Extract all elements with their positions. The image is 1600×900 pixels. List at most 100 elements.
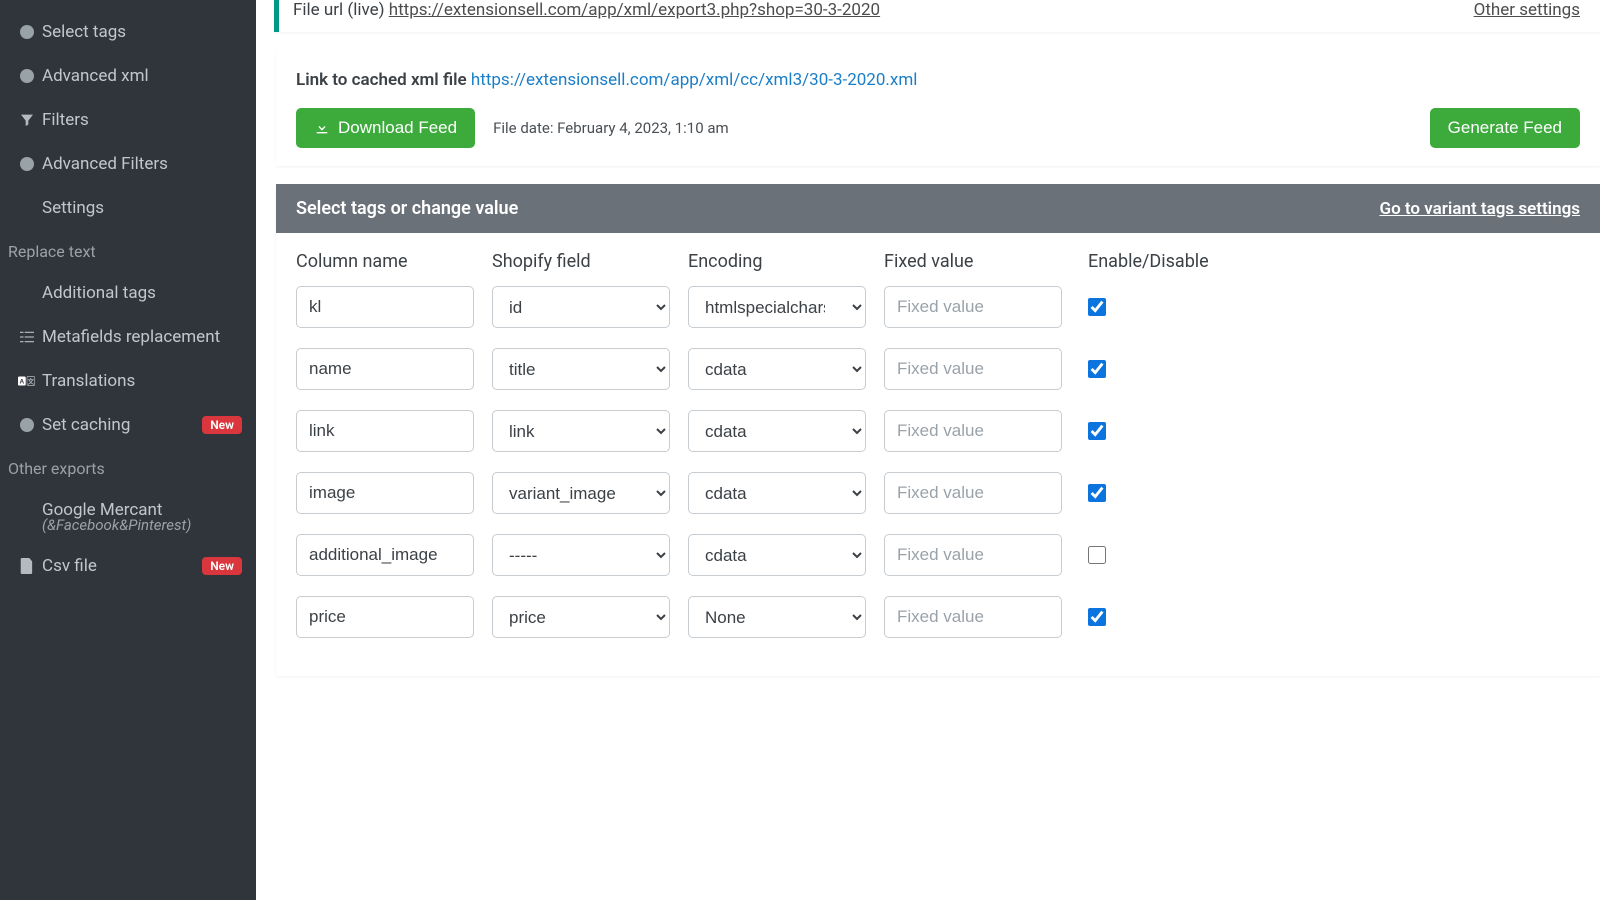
circle-icon [14, 157, 40, 171]
cached-url-link[interactable]: https://extensionsell.com/app/xml/cc/xml… [471, 70, 917, 90]
circle-icon [14, 69, 40, 83]
encoding-select[interactable]: cdata [688, 410, 866, 452]
enable-checkbox[interactable] [1088, 360, 1106, 378]
shopify-field-select[interactable]: link [492, 410, 670, 452]
filter-icon [14, 112, 40, 128]
language-icon: A文 [14, 374, 40, 388]
encoding-select[interactable]: cdata [688, 472, 866, 514]
download-feed-button[interactable]: Download Feed [296, 108, 475, 148]
svg-text:A: A [20, 379, 25, 386]
encoding-select[interactable]: cdata [688, 348, 866, 390]
fixed-value-input[interactable] [884, 348, 1062, 390]
sidebar-item-label: Advanced xml [42, 66, 242, 86]
main-content: File url (live) https://extensionsell.co… [256, 0, 1600, 900]
sidebar-item-label: Settings [42, 198, 242, 218]
header-shopify-field: Shopify field [492, 251, 670, 272]
sidebar-item-translations[interactable]: A文 Translations [0, 359, 256, 403]
sidebar-item-filters[interactable]: Filters [0, 98, 256, 142]
fixed-value-input[interactable] [884, 596, 1062, 638]
fixed-value-input[interactable] [884, 472, 1062, 514]
table-row: link cdata [296, 410, 1580, 452]
enable-checkbox[interactable] [1088, 422, 1106, 440]
sidebar-item-google-merchant[interactable]: Google Mercant [0, 488, 256, 522]
sidebar-item-label: Set caching [42, 415, 202, 435]
fixed-value-input[interactable] [884, 534, 1062, 576]
sidebar: Select tags Advanced xml Filters Advance… [0, 0, 256, 900]
tags-table-header: Select tags or change value Go to varian… [276, 184, 1600, 233]
sidebar-item-advanced-xml[interactable]: Advanced xml [0, 54, 256, 98]
shopify-field-select[interactable]: variant_image [492, 472, 670, 514]
header-enable-disable: Enable/Disable [1088, 251, 1238, 272]
column-name-input[interactable] [296, 348, 474, 390]
shopify-field-select[interactable]: title [492, 348, 670, 390]
enable-checkbox[interactable] [1088, 298, 1106, 316]
enable-checkbox[interactable] [1088, 546, 1106, 564]
sidebar-item-label: Select tags [42, 22, 242, 42]
shopify-field-select[interactable]: id [492, 286, 670, 328]
column-name-input[interactable] [296, 472, 474, 514]
sidebar-header-replace: Replace text [0, 230, 256, 271]
fixed-value-input[interactable] [884, 286, 1062, 328]
shopify-field-select[interactable]: ----- [492, 534, 670, 576]
encoding-select[interactable]: htmlspecialchars [688, 286, 866, 328]
cached-controls-card: Link to cached xml file https://extensio… [276, 52, 1600, 166]
sidebar-item-advanced-filters[interactable]: Advanced Filters [0, 142, 256, 186]
other-settings-link[interactable]: Other settings [1474, 0, 1580, 20]
header-fixed-value: Fixed value [884, 251, 1062, 272]
generate-feed-label: Generate Feed [1448, 118, 1562, 138]
table-row: ----- cdata [296, 534, 1580, 576]
cached-url-text: Link to cached xml file https://extensio… [296, 70, 1580, 90]
list-icon [14, 330, 40, 344]
live-url-link[interactable]: https://extensionsell.com/app/xml/export… [389, 0, 880, 20]
table-row: variant_image cdata [296, 472, 1580, 514]
cached-url-label: Link to cached xml file [296, 70, 471, 90]
sidebar-item-label: Advanced Filters [42, 154, 242, 174]
variant-tags-link[interactable]: Go to variant tags settings [1379, 199, 1580, 219]
live-url-label: File url (live) [293, 0, 389, 20]
sidebar-item-settings[interactable]: Settings [0, 186, 256, 230]
sidebar-item-select-tags[interactable]: Select tags [0, 10, 256, 54]
circle-icon [14, 418, 40, 432]
table-row: id htmlspecialchars [296, 286, 1580, 328]
sidebar-item-set-caching[interactable]: Set caching New [0, 403, 256, 447]
new-badge: New [202, 416, 242, 434]
sidebar-item-label: Translations [42, 371, 242, 391]
tags-table-body: Column name Shopify field Encoding Fixed… [276, 233, 1600, 676]
new-badge: New [202, 557, 242, 575]
enable-checkbox[interactable] [1088, 484, 1106, 502]
encoding-select[interactable]: cdata [688, 534, 866, 576]
sidebar-item-label: Filters [42, 110, 242, 130]
sidebar-item-metafields[interactable]: Metafields replacement [0, 315, 256, 359]
sidebar-item-label: Google Mercant [42, 500, 242, 520]
encoding-select[interactable]: None [688, 596, 866, 638]
circle-icon [14, 25, 40, 39]
sidebar-item-label: Additional tags [42, 283, 242, 303]
column-headers: Column name Shopify field Encoding Fixed… [296, 251, 1580, 272]
sidebar-item-csv-file[interactable]: Csv file New [0, 544, 256, 588]
column-name-input[interactable] [296, 410, 474, 452]
controls-row: Download Feed File date: February 4, 202… [296, 108, 1580, 148]
column-name-input[interactable] [296, 286, 474, 328]
generate-feed-button[interactable]: Generate Feed [1430, 108, 1580, 148]
header-encoding: Encoding [688, 251, 866, 272]
shopify-field-select[interactable]: price [492, 596, 670, 638]
file-date-text: File date: February 4, 2023, 1:10 am [493, 119, 729, 137]
header-column-name: Column name [296, 251, 474, 272]
sidebar-header-other: Other exports [0, 447, 256, 488]
sidebar-item-label: Csv file [42, 556, 202, 576]
sidebar-item-label: Metafields replacement [42, 327, 242, 347]
download-feed-label: Download Feed [338, 118, 457, 138]
live-url-banner: File url (live) https://extensionsell.co… [274, 0, 1600, 32]
tags-table-card: Select tags or change value Go to varian… [276, 184, 1600, 676]
download-icon [314, 120, 330, 136]
table-row: price None [296, 596, 1580, 638]
live-url-text: File url (live) https://extensionsell.co… [293, 0, 880, 20]
sidebar-item-additional-tags[interactable]: Additional tags [0, 271, 256, 315]
table-row: title cdata [296, 348, 1580, 390]
column-name-input[interactable] [296, 534, 474, 576]
file-icon [14, 558, 40, 574]
section-title: Select tags or change value [296, 198, 518, 219]
fixed-value-input[interactable] [884, 410, 1062, 452]
column-name-input[interactable] [296, 596, 474, 638]
enable-checkbox[interactable] [1088, 608, 1106, 626]
